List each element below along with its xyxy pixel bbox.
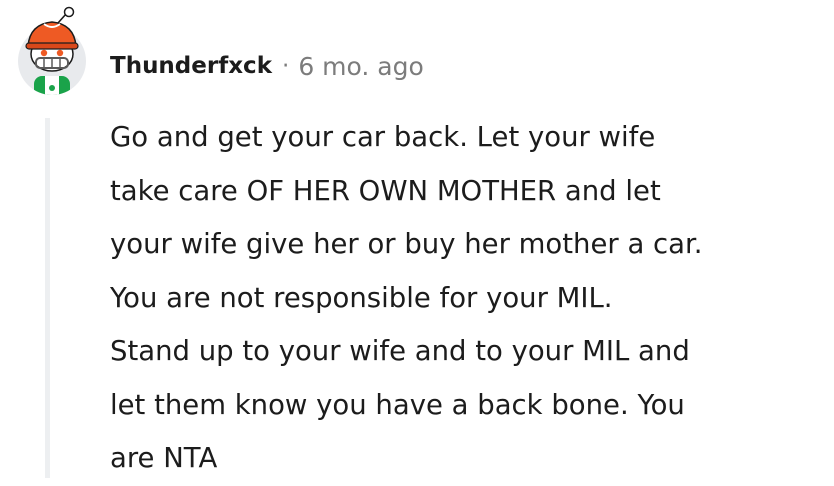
thread-collapse-line[interactable] <box>45 118 50 478</box>
comment-body-line: Stand up to your wife and to your MIL an… <box>110 335 690 367</box>
comment-body-line: your wife give her or buy her mother a c… <box>110 228 703 260</box>
comment-body-line: Go and get your car back. Let your wife <box>110 121 656 153</box>
user-avatar[interactable] <box>14 6 90 96</box>
username-link[interactable]: Thunderfxck <box>110 53 272 79</box>
comment-body-line: You are not responsible for your MIL. <box>110 281 613 314</box>
comment-header: Thunderfxck · 6 mo. ago <box>110 46 424 86</box>
comment-body-line: are NTA <box>110 442 218 474</box>
comment-body-line: take care OF HER OWN MOTHER and let <box>110 174 661 207</box>
comment-timestamp[interactable]: 6 mo. ago <box>298 52 423 81</box>
comment: Thunderfxck · 6 mo. ago Go and get your … <box>0 0 834 478</box>
meta-separator: · <box>282 53 290 79</box>
comment-body: Go and get your car back. Let your wife … <box>110 111 825 486</box>
snoo-avatar-icon <box>18 6 86 95</box>
comment-body-line: let them know you have a back bone. You <box>110 388 685 421</box>
